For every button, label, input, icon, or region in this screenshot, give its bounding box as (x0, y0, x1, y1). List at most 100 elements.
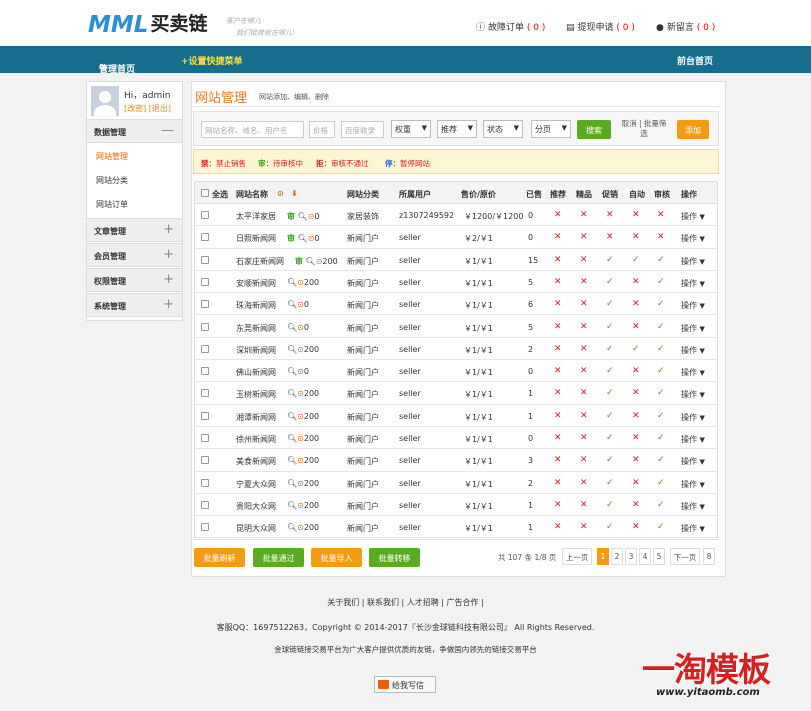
site-name[interactable]: 湘潭新闻网 (236, 412, 276, 423)
row-checkbox[interactable] (201, 523, 209, 532)
page-size-select[interactable]: 分页 ▼ (531, 120, 571, 138)
recommend-select[interactable]: 推荐 ▼ (437, 120, 477, 138)
row-action-menu[interactable]: 操作 ▼ (681, 434, 705, 445)
row-action-menu[interactable]: 操作 ▼ (681, 479, 705, 490)
row-action-menu[interactable]: 操作 ▼ (681, 389, 705, 400)
cross-icon[interactable]: ✕ (580, 522, 588, 532)
cross-icon[interactable]: ✕ (632, 478, 640, 488)
price-input[interactable]: 价格 (309, 121, 335, 138)
cross-icon[interactable]: ✕ (580, 277, 588, 287)
page-3-button[interactable]: 3 (625, 548, 637, 565)
logout-link[interactable]: [退出] (149, 104, 171, 113)
cross-icon[interactable]: ✕ (580, 210, 588, 220)
check-icon[interactable]: ✓ (606, 500, 614, 510)
cross-icon[interactable]: ✕ (580, 455, 588, 465)
site-name[interactable]: 贵阳大众网 (236, 501, 276, 512)
status-select[interactable]: 状态 ▼ (483, 120, 523, 138)
site-name[interactable]: 深圳新闻网 (236, 345, 276, 356)
row-action-menu[interactable]: 操作 ▼ (681, 523, 705, 534)
cross-icon[interactable]: ✕ (554, 322, 562, 332)
check-icon[interactable]: ✓ (606, 344, 614, 354)
search-icon[interactable]: 🔍︎ (298, 234, 308, 243)
batch-approve-button[interactable]: 批量通过 (253, 548, 304, 567)
check-icon[interactable]: ✓ (657, 478, 665, 488)
cross-icon[interactable]: ✕ (632, 388, 640, 398)
cross-icon[interactable]: ✕ (554, 366, 562, 376)
row-checkbox[interactable] (201, 300, 209, 309)
weight-select[interactable]: 权重 ▼ (391, 120, 431, 138)
check-icon[interactable]: ✓ (606, 299, 614, 309)
cancel-batch-filter[interactable]: 取消 | 批量筛选 (621, 119, 667, 139)
cross-icon[interactable]: ✕ (632, 232, 640, 242)
row-checkbox[interactable] (201, 456, 209, 465)
check-icon[interactable]: ✓ (657, 455, 665, 465)
cross-icon[interactable]: ✕ (554, 210, 562, 220)
search-icon[interactable]: 🔍︎ (287, 434, 297, 443)
prev-page-button[interactable]: 上一页 (562, 548, 592, 565)
cross-icon[interactable]: ✕ (554, 478, 562, 488)
row-action-menu[interactable]: 操作 ▼ (681, 345, 705, 356)
sort-icon[interactable]: ⊙ (277, 189, 284, 198)
cross-icon[interactable]: ✕ (632, 522, 640, 532)
site-name[interactable]: 昆明大众网 (236, 523, 276, 534)
check-icon[interactable]: ✓ (657, 277, 665, 287)
search-icon[interactable]: 🔍︎ (287, 412, 297, 421)
cross-icon[interactable]: ✕ (657, 210, 665, 220)
nav-quick-menu[interactable]: +设置快捷菜单 (181, 54, 243, 67)
check-icon[interactable]: ✓ (632, 255, 640, 265)
batch-refresh-button[interactable]: 批量刷新 (194, 548, 245, 567)
page-2-button[interactable]: 2 (611, 548, 623, 565)
cross-icon[interactable]: ✕ (580, 322, 588, 332)
cross-icon[interactable]: ✕ (606, 232, 614, 242)
row-action-menu[interactable]: 操作 ▼ (681, 412, 705, 423)
sidebar-group-system[interactable]: 系统管理 + (87, 293, 182, 317)
cross-icon[interactable]: ✕ (580, 433, 588, 443)
row-checkbox[interactable] (201, 367, 209, 376)
row-checkbox[interactable] (201, 211, 209, 219)
check-icon[interactable]: ✓ (657, 500, 665, 510)
site-name[interactable]: 美食新闻网 (236, 456, 276, 467)
check-icon[interactable]: ✓ (606, 366, 614, 376)
row-action-menu[interactable]: 操作 ▼ (681, 501, 705, 512)
page-1-button[interactable]: 1 (597, 548, 609, 565)
last-page-button[interactable]: 8 (703, 548, 715, 565)
nav-frontend[interactable]: 前台首页 (677, 54, 713, 67)
check-icon[interactable]: ✓ (606, 455, 614, 465)
site-name[interactable]: 佛山新闻网 (236, 367, 276, 378)
check-icon[interactable]: ✓ (606, 433, 614, 443)
cross-icon[interactable]: ✕ (580, 232, 588, 242)
search-icon[interactable]: 🔍︎ (306, 257, 316, 266)
site-name[interactable]: 宁夏大众网 (236, 479, 276, 490)
add-button[interactable]: 添加 (677, 120, 709, 139)
sidebar-group-permissions[interactable]: 权限管理 + (87, 268, 182, 292)
cross-icon[interactable]: ✕ (580, 344, 588, 354)
check-icon[interactable]: ✓ (657, 322, 665, 332)
cross-icon[interactable]: ✕ (554, 299, 562, 309)
check-icon[interactable]: ✓ (606, 522, 614, 532)
baidu-input[interactable]: 百度收录 (341, 121, 384, 138)
page-5-button[interactable]: 5 (653, 548, 665, 565)
row-action-menu[interactable]: 操作 ▼ (681, 456, 705, 467)
cross-icon[interactable]: ✕ (632, 322, 640, 332)
row-action-menu[interactable]: 操作 ▼ (681, 278, 705, 289)
cross-icon[interactable]: ✕ (606, 210, 614, 220)
sidebar-item-site-orders[interactable]: 网站订单 (96, 199, 128, 210)
cross-icon[interactable]: ✕ (554, 388, 562, 398)
row-action-menu[interactable]: 操作 ▼ (681, 300, 705, 311)
search-icon[interactable]: 🔍︎ (287, 479, 297, 488)
search-icon[interactable]: 🔍︎ (287, 323, 297, 332)
cross-icon[interactable]: ✕ (580, 411, 588, 421)
search-icon[interactable]: 🔍︎ (287, 501, 297, 510)
search-icon[interactable]: 🔍︎ (287, 389, 297, 398)
row-checkbox[interactable] (201, 500, 209, 509)
cross-icon[interactable]: ✕ (632, 411, 640, 421)
cross-icon[interactable]: ✕ (580, 500, 588, 510)
search-icon[interactable]: 🔍︎ (287, 278, 297, 287)
sidebar-group-data[interactable]: 数据管理 — (87, 119, 182, 143)
write-letter-button[interactable]: 给我写信 (374, 676, 436, 693)
cross-icon[interactable]: ✕ (632, 433, 640, 443)
cross-icon[interactable]: ✕ (580, 388, 588, 398)
download-icon[interactable]: ⬇ (291, 189, 298, 198)
sidebar-group-members[interactable]: 会员管理 + (87, 243, 182, 267)
check-icon[interactable]: ✓ (657, 366, 665, 376)
